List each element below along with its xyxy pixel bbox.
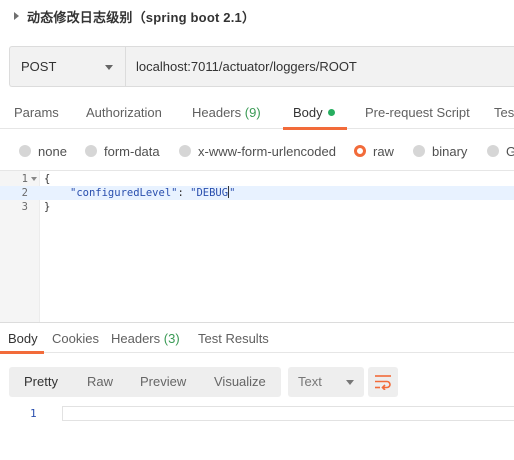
request-body-editor[interactable]: 1 { 2 "configuredLevel": "DEBUG" 3 } [0, 170, 514, 322]
radio-label: none [38, 143, 67, 159]
json-colon: : [177, 187, 191, 199]
tab-body[interactable]: Body [283, 97, 347, 130]
chevron-down-icon [105, 65, 113, 70]
body-indicator-dot [327, 109, 335, 116]
json-key: "configuredLevel" [70, 187, 178, 199]
tab-label: Test Results [198, 331, 269, 346]
tab-label: Cookies [52, 331, 99, 346]
headers-count: (3) [163, 331, 180, 346]
code-line[interactable]: 1 { [0, 172, 514, 186]
code-line-current[interactable]: 2 "configuredLevel": "DEBUG" [0, 186, 514, 200]
code-text: "configuredLevel": "DEBUG" [70, 186, 235, 200]
tab-label: Pre-request Script [365, 105, 470, 120]
radio-circle[interactable] [19, 145, 31, 157]
radio-graphql[interactable]: G [487, 140, 514, 162]
format-select[interactable]: Text [288, 367, 364, 397]
chevron-down-icon [346, 380, 354, 385]
code-text: } [44, 201, 51, 213]
response-tab-cookies[interactable]: Cookies [52, 325, 99, 353]
line-number: 2 [21, 187, 28, 199]
wrap-lines-button[interactable] [368, 367, 398, 397]
radio-circle[interactable] [179, 145, 191, 157]
line-number: 1 [21, 173, 28, 185]
tab-params[interactable]: Params [14, 97, 59, 129]
body-type-selector: none form-data x-www-form-urlencoded raw… [0, 140, 514, 162]
tab-label: Headers [192, 105, 242, 120]
tab-authorization[interactable]: Authorization [86, 97, 162, 129]
tab-label: Tes [494, 105, 514, 120]
request-title: 动态修改日志级别（spring boot 2.1） [27, 9, 256, 25]
response-tab-body[interactable]: Body [0, 325, 44, 354]
tab-label: Body [293, 105, 323, 120]
json-value-close: " [229, 187, 236, 199]
radio-circle-selected[interactable] [354, 145, 366, 157]
tab-pre-request-script[interactable]: Pre-request Script [365, 97, 470, 129]
tab-tests[interactable]: Tes [494, 97, 514, 129]
radio-circle[interactable] [85, 145, 97, 157]
request-tabs: Params Authorization Headers (9) Body Pr… [0, 97, 514, 130]
view-mode-group: Pretty Raw Preview Visualize [9, 367, 281, 397]
tab-label: Params [14, 105, 59, 120]
request-url-bar: POST localhost:7011/actuator/loggers/ROO… [9, 46, 514, 87]
caret-right-icon[interactable] [14, 12, 19, 20]
format-label: Text [298, 374, 322, 389]
response-tab-test-results[interactable]: Test Results [198, 325, 269, 353]
radio-binary[interactable]: binary [413, 140, 467, 162]
radio-circle[interactable] [487, 145, 499, 157]
response-tab-headers[interactable]: Headers (3) [111, 325, 180, 353]
radio-circle[interactable] [413, 145, 425, 157]
view-raw-button[interactable]: Raw [87, 367, 113, 397]
response-toolbar: Pretty Raw Preview Visualize Text [9, 367, 514, 397]
line-number: 3 [21, 201, 28, 213]
tab-headers[interactable]: Headers (9) [192, 97, 261, 129]
fold-arrow-icon[interactable] [31, 177, 37, 181]
response-body[interactable]: 1 [0, 400, 514, 460]
radio-label: x-www-form-urlencoded [198, 143, 336, 159]
radio-label: form-data [104, 143, 160, 159]
pane-divider[interactable] [0, 322, 514, 323]
radio-label: binary [432, 143, 468, 159]
json-value: "DEBUG [190, 187, 229, 199]
view-pretty-button[interactable]: Pretty [24, 367, 58, 397]
radio-form-data[interactable]: form-data [85, 140, 160, 162]
wrap-lines-icon [375, 375, 391, 390]
headers-count: (9) [244, 105, 261, 120]
radio-none[interactable]: none [19, 140, 67, 162]
url-input[interactable]: localhost:7011/actuator/loggers/ROOT [125, 46, 514, 87]
request-title-bar[interactable]: 动态修改日志级别（spring boot 2.1） [0, 0, 514, 32]
tab-label: Headers [111, 331, 161, 346]
line-number: 1 [30, 407, 37, 420]
response-line[interactable] [62, 406, 514, 421]
radio-raw[interactable]: raw [354, 140, 394, 162]
code-text: { [44, 173, 51, 185]
view-visualize-button[interactable]: Visualize [214, 367, 266, 397]
radio-label: raw [373, 143, 394, 159]
radio-x-www-form-urlencoded[interactable]: x-www-form-urlencoded [179, 140, 336, 162]
radio-label: G [506, 143, 514, 159]
method-label: POST [21, 59, 57, 74]
response-tabs: Body Cookies Headers (3) Test Results [0, 325, 514, 354]
view-preview-button[interactable]: Preview [140, 367, 186, 397]
code-line[interactable]: 3 } [0, 200, 514, 214]
method-select[interactable]: POST [9, 46, 125, 87]
tab-label: Authorization [86, 105, 162, 120]
tab-label: Body [8, 331, 38, 346]
